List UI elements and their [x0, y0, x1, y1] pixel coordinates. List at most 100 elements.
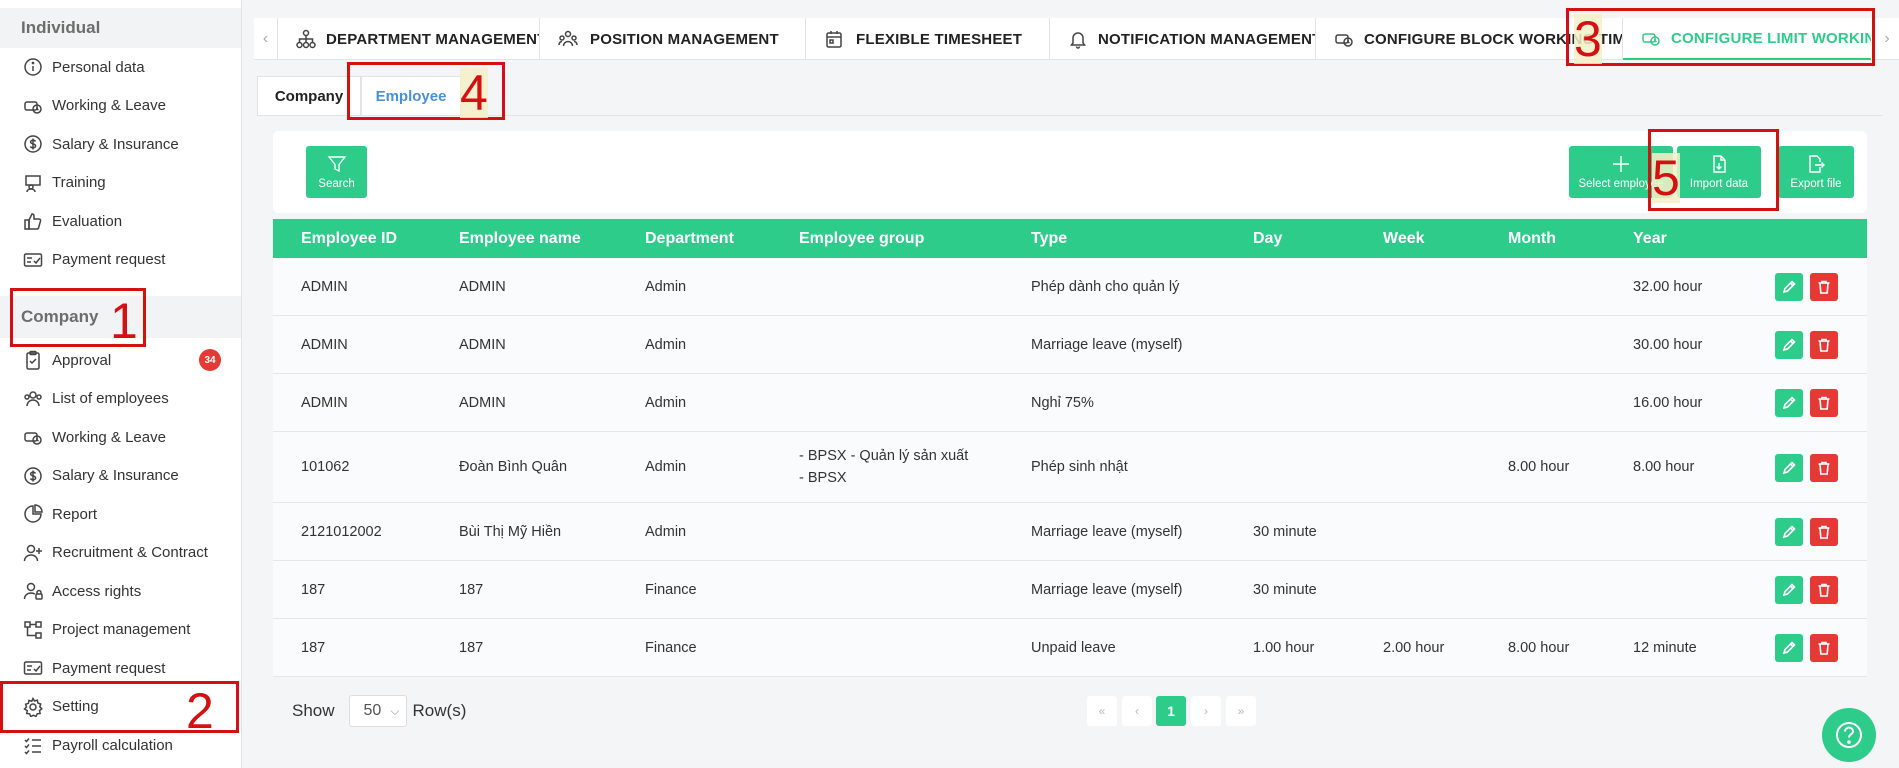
page-next-button[interactable]: › [1191, 696, 1221, 726]
delete-button[interactable] [1810, 331, 1838, 359]
filter-icon [327, 156, 346, 173]
clock-car-icon [22, 426, 44, 448]
col-day[interactable]: Day [1253, 219, 1282, 258]
sidebar-item-working-leave[interactable]: Working & Leave [0, 87, 241, 126]
delete-button[interactable] [1810, 273, 1838, 301]
pencil-icon [1782, 641, 1796, 655]
cell-employee-group: - BPSX - Quản lý sản xuất - BPSX [799, 432, 968, 502]
search-button[interactable]: Search [306, 146, 367, 198]
org-chart-icon [296, 28, 316, 50]
edit-button[interactable] [1775, 273, 1803, 301]
user-plus-icon [22, 542, 44, 564]
edit-button[interactable] [1775, 518, 1803, 546]
table-row: ADMIN ADMIN Admin Phép dành cho quản lý 32.0… [273, 258, 1867, 316]
tabs-scroll-right-button[interactable]: › [1875, 18, 1899, 60]
cell-type: Nghỉ 75% [1031, 394, 1094, 411]
tab-notification-management[interactable]: NOTIFICATION MANAGEMENT [1050, 18, 1316, 60]
col-employee-name[interactable]: Employee name [459, 219, 581, 258]
edit-button[interactable] [1775, 389, 1803, 417]
cell-employee-id: 2121012002 [301, 523, 382, 540]
rows-per-page-select[interactable]: 50 ⌵ [348, 695, 407, 727]
delete-button[interactable] [1810, 389, 1838, 417]
sidebar-item-project-management[interactable]: Project management [0, 611, 241, 650]
sidebar-item-report[interactable]: Report [0, 495, 241, 534]
pencil-icon [1782, 396, 1796, 410]
col-month[interactable]: Month [1508, 219, 1556, 258]
sidebar-item-working-leave-company[interactable]: Working & Leave [0, 418, 241, 457]
tab-flexible-timesheet[interactable]: FLEXIBLE TIMESHEET [806, 18, 1050, 60]
info-icon [22, 56, 44, 78]
tab-position-management[interactable]: POSITION MANAGEMENT [540, 18, 806, 60]
table-row: ADMIN ADMIN Admin Marriage leave (myself) 30… [273, 316, 1867, 374]
sidebar-item-personal-data[interactable]: Personal data [0, 48, 241, 87]
clipboard-icon [22, 349, 44, 371]
col-week[interactable]: Week [1383, 219, 1425, 258]
cell-department: Admin [645, 394, 687, 411]
sidebar-item-label: Recruitment & Contract [52, 544, 208, 562]
cell-employee-name: ADMIN [459, 394, 506, 411]
cell-employee-name: ADMIN [459, 278, 506, 295]
delete-button[interactable] [1810, 518, 1838, 546]
tab-department-management[interactable]: DEPARTMENT MANAGEMENT [278, 18, 540, 60]
cell-type: Marriage leave (myself) [1031, 523, 1183, 540]
cell-employee-name: Đoàn Bình Quân [459, 459, 568, 475]
cell-employee-id: ADMIN [301, 394, 348, 411]
export-file-button[interactable]: Export file [1778, 146, 1854, 198]
page-1-button[interactable]: 1 [1156, 696, 1186, 726]
sidebar-section-individual: Individual [0, 8, 241, 48]
cell-month: 8.00 hour [1508, 639, 1570, 656]
pencil-icon [1782, 583, 1796, 597]
cell-employee-id: ADMIN [301, 336, 348, 353]
sidebar-item-label: Training [52, 174, 106, 192]
delete-button[interactable] [1810, 634, 1838, 662]
delete-button[interactable] [1810, 576, 1838, 604]
user-lock-icon [22, 580, 44, 602]
cell-department: Finance [645, 639, 697, 656]
sidebar-item-label: Payroll calculation [52, 736, 173, 754]
sidebar-item-salary-insurance[interactable]: Salary & Insurance [0, 125, 241, 164]
sidebar-item-label: Payment request [52, 659, 166, 677]
edit-button[interactable] [1775, 454, 1803, 482]
cell-employee-id: ADMIN [301, 278, 348, 295]
sidebar-item-evaluation[interactable]: Evaluation [0, 202, 241, 241]
sidebar-item-list-of-employees[interactable]: List of employees [0, 380, 241, 419]
payment-icon [22, 657, 44, 679]
sidebar-item-training[interactable]: Training [0, 164, 241, 203]
sidebar-item-access-rights[interactable]: Access rights [0, 572, 241, 611]
edit-button[interactable] [1775, 331, 1803, 359]
sidebar-item-recruitment-contract[interactable]: Recruitment & Contract [0, 534, 241, 573]
cell-year: 32.00 hour [1633, 278, 1703, 295]
cell-year: 30.00 hour [1633, 336, 1703, 353]
pencil-icon [1782, 338, 1796, 352]
cell-employee-id: 187 [301, 639, 326, 656]
project-icon [22, 619, 44, 641]
help-icon [1836, 722, 1862, 748]
table-row: 187 187 Finance Unpaid leave 1.00 hour 2.00 h… [273, 619, 1867, 677]
sidebar-item-label: Payment request [52, 251, 166, 269]
cell-department: Admin [645, 459, 687, 475]
pencil-icon [1782, 280, 1796, 294]
page-first-button[interactable]: « [1087, 696, 1117, 726]
edit-button[interactable] [1775, 634, 1803, 662]
page-prev-button[interactable]: ‹ [1122, 696, 1152, 726]
team-icon [558, 28, 580, 50]
col-year[interactable]: Year [1633, 219, 1667, 258]
tabs-scroll-left-button[interactable]: ‹ [254, 18, 278, 60]
help-button[interactable] [1822, 708, 1876, 762]
col-employee-id[interactable]: Employee ID [301, 219, 397, 258]
edit-button[interactable] [1775, 576, 1803, 604]
sidebar: Individual Personal data Working & Leave… [0, 0, 242, 768]
col-type[interactable]: Type [1031, 219, 1067, 258]
subtab-company[interactable]: Company [257, 76, 361, 116]
sidebar-item-payment-request[interactable]: Payment request [0, 241, 241, 280]
delete-button[interactable] [1810, 454, 1838, 482]
annotation-number: 2 [186, 683, 214, 739]
employee-group-line: - BPSX - Quản lý sản xuất [799, 448, 969, 464]
col-department[interactable]: Department [645, 219, 734, 258]
cell-day: 30 minute [1253, 581, 1317, 598]
sidebar-item-label: Working & Leave [52, 97, 166, 115]
sidebar-item-salary-insurance-company[interactable]: Salary & Insurance [0, 457, 241, 496]
col-employee-group[interactable]: Employee group [799, 219, 924, 258]
page-last-button[interactable]: » [1226, 696, 1256, 726]
cell-day: 1.00 hour [1253, 639, 1315, 656]
